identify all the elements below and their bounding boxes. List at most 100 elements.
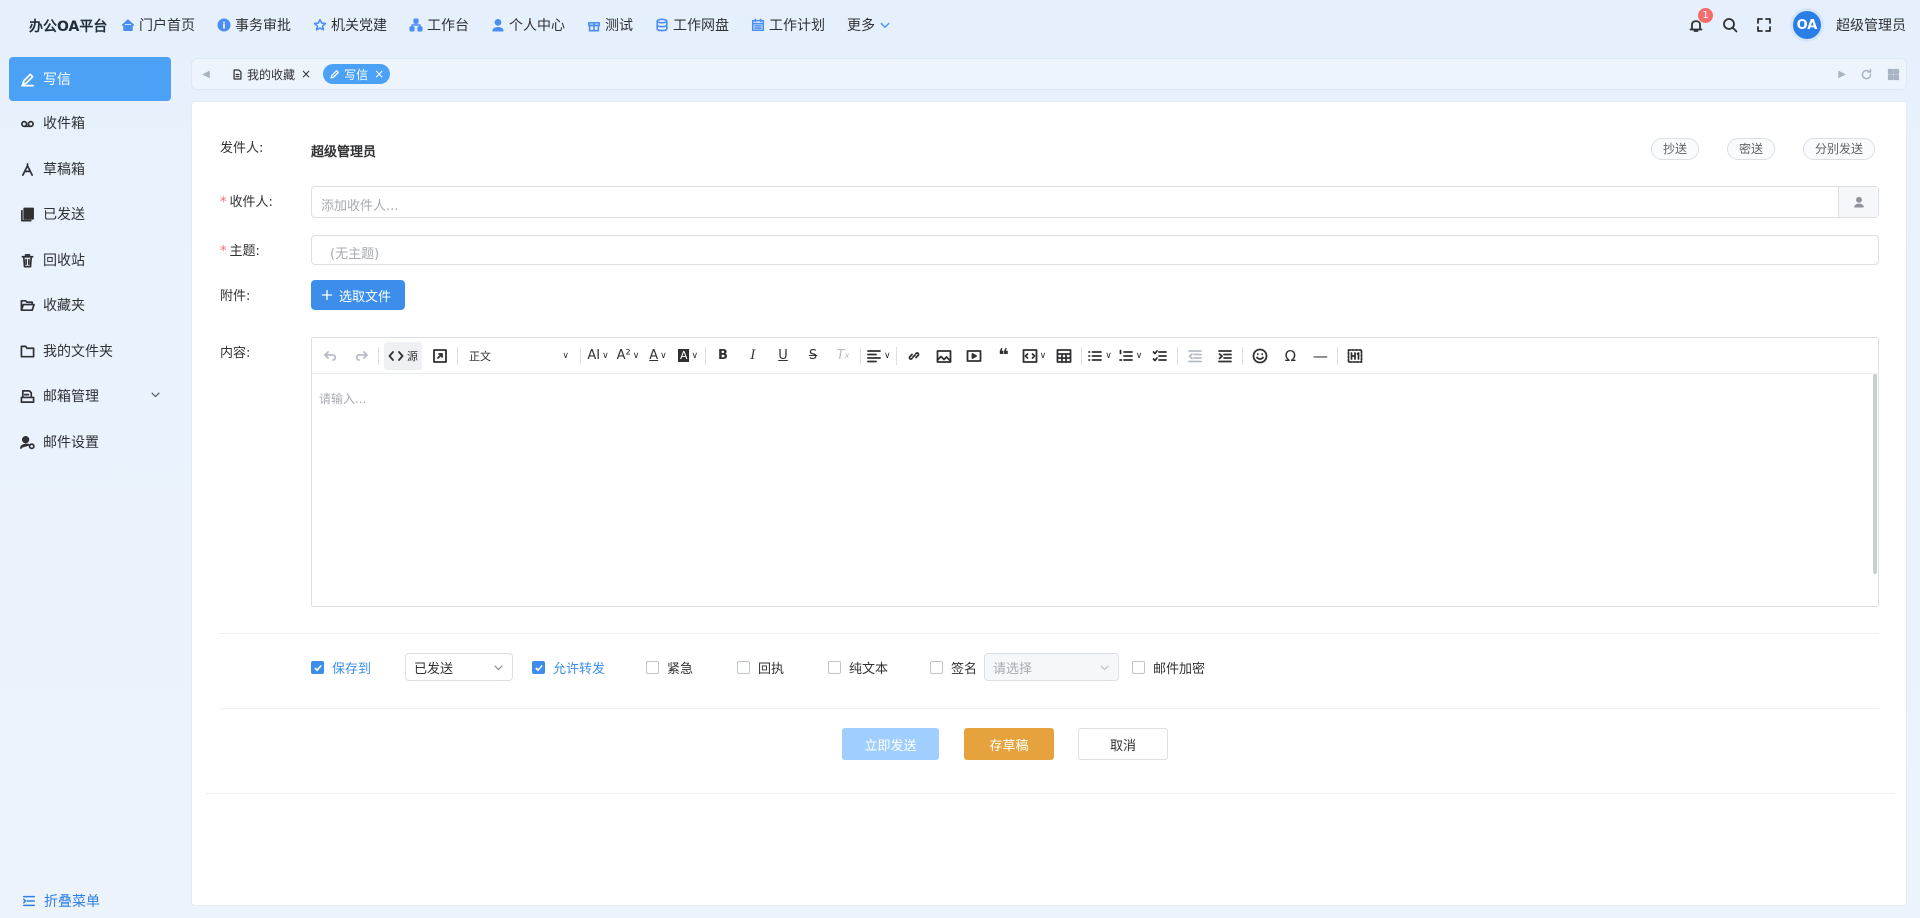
avatar[interactable]: OA	[1790, 8, 1824, 42]
save-to-value: 已发送	[414, 661, 454, 677]
special-char-icon[interactable]: Ω	[1278, 342, 1302, 370]
tab-favorites[interactable]: 我的收藏 ×	[226, 64, 317, 84]
fullscreen-icon[interactable]	[428, 342, 452, 370]
video-icon[interactable]	[962, 342, 986, 370]
encrypt-checkbox[interactable]: 邮件加密	[1132, 658, 1205, 677]
align-left-icon[interactable]: ∨	[866, 342, 891, 370]
tab-bar-actions: ▶	[1838, 59, 1900, 89]
receipt-checkbox[interactable]: 回执	[737, 658, 784, 677]
quote-icon[interactable]: ❝	[992, 342, 1016, 370]
sidebar-item-compose[interactable]: 写信	[9, 57, 171, 101]
sidebar-item-mail-settings[interactable]: 邮件设置	[9, 420, 171, 464]
sidebar-item-trash[interactable]: 回收站	[9, 238, 171, 282]
plain-text-checkbox[interactable]: 纯文本	[828, 658, 888, 677]
todo-list-icon[interactable]	[1148, 342, 1172, 370]
italic-icon[interactable]: I	[741, 342, 765, 370]
topnav-item-portal[interactable]: 门户首页	[121, 15, 195, 35]
required-mark: *	[220, 244, 227, 259]
tab-scroll-left[interactable]: ◀	[192, 59, 220, 89]
bcc-button[interactable]: 密送	[1727, 138, 1776, 160]
urgent-checkbox[interactable]: 紧急	[646, 658, 693, 677]
subject-input[interactable]: (无主题)	[311, 235, 1879, 265]
font-family-icon[interactable]: A² ∨	[616, 342, 640, 370]
collapse-menu-button[interactable]: 折叠菜单	[22, 891, 100, 911]
topnav-item-party[interactable]: 机关党建	[313, 15, 387, 35]
username[interactable]: 超级管理员	[1836, 15, 1906, 35]
signature-select[interactable]: 请选择	[984, 653, 1119, 681]
sidebar: 写信 收件箱 草稿箱 已发送 回收站 收藏夹 我的文件夹 邮箱管理 邮件设置	[0, 50, 180, 918]
collapse-menu-label: 折叠菜单	[44, 894, 100, 910]
editor-scrollbar[interactable]	[1873, 374, 1877, 574]
notification-bell[interactable]: 1	[1688, 8, 1713, 33]
checkbox-unchecked-icon	[646, 661, 659, 674]
sent-icon	[20, 207, 35, 222]
chevron-down-icon	[1099, 662, 1110, 673]
bold-icon[interactable]: B	[711, 342, 735, 370]
link-icon[interactable]	[902, 342, 926, 370]
topnav-item-personal[interactable]: 个人中心	[491, 15, 565, 35]
toolbar-divider	[378, 346, 379, 365]
user-settings-icon	[20, 435, 35, 450]
paragraph-select[interactable]: 正文 ∨	[463, 342, 575, 370]
outdent-icon[interactable]	[1183, 342, 1207, 370]
topnav-item-more[interactable]: 更多	[847, 15, 891, 35]
toolbar-divider	[1242, 346, 1244, 365]
tab-compose[interactable]: 写信 ×	[323, 64, 391, 84]
options-divider-top	[219, 633, 1879, 634]
background-color-icon[interactable]: A ∨	[676, 342, 700, 370]
tab-scroll-right[interactable]: ▶	[1838, 69, 1846, 80]
topnav-item-approval[interactable]: 事务审批	[217, 15, 291, 35]
allow-forward-checkbox[interactable]: 允许转发	[532, 658, 605, 677]
topnav-item-netdisk[interactable]: 工作网盘	[655, 15, 729, 35]
sidebar-item-my-folders[interactable]: 我的文件夹	[9, 329, 171, 373]
numbered-list-icon[interactable]: ∨	[1118, 342, 1142, 370]
clear-format-icon[interactable]: Tx	[831, 342, 855, 370]
strikethrough-icon[interactable]: S	[801, 342, 825, 370]
folder-icon	[20, 344, 35, 359]
horizontal-rule-icon[interactable]: —	[1308, 342, 1332, 370]
topnav-item-workbench[interactable]: 工作台	[409, 15, 469, 35]
image-upload-icon[interactable]	[932, 342, 956, 370]
underline-icon[interactable]: U	[771, 342, 795, 370]
sidebar-item-drafts[interactable]: 草稿箱	[9, 147, 171, 191]
toolbar-divider	[1081, 346, 1083, 365]
grid-icon[interactable]	[1887, 68, 1900, 81]
select-file-button[interactable]: 选取文件	[311, 280, 406, 310]
fullscreen-icon[interactable]	[1756, 17, 1772, 33]
close-icon[interactable]: ×	[374, 67, 384, 81]
title-icon[interactable]	[1343, 342, 1367, 370]
topnav-item-test[interactable]: 测试	[587, 15, 633, 35]
sidebar-item-mailbox-manage[interactable]: 邮箱管理	[9, 374, 171, 418]
indent-icon[interactable]	[1213, 342, 1237, 370]
content-placeholder[interactable]: 请输入...	[319, 390, 366, 407]
font-color-icon[interactable]: A ∨	[646, 342, 670, 370]
table-icon[interactable]	[1052, 342, 1076, 370]
select-recipient-button[interactable]	[1838, 187, 1878, 217]
redo-icon[interactable]	[349, 342, 373, 370]
save-draft-button[interactable]: 存草稿	[964, 728, 1054, 760]
code-block-icon[interactable]: ∨	[1022, 342, 1046, 370]
sidebar-item-inbox[interactable]: 收件箱	[9, 101, 171, 145]
bulleted-list-icon[interactable]: ∨	[1087, 342, 1112, 370]
send-now-button[interactable]: 立即发送	[842, 728, 939, 760]
cc-button[interactable]: 抄送	[1651, 138, 1700, 160]
cancel-button[interactable]: 取消	[1078, 728, 1168, 760]
subject-label: * 主题:	[220, 240, 260, 259]
separate-send-button[interactable]: 分别发送	[1803, 138, 1876, 160]
search-icon[interactable]	[1722, 17, 1738, 33]
sidebar-item-favorites[interactable]: 收藏夹	[9, 283, 171, 327]
save-to-checkbox[interactable]: 保存到	[311, 658, 371, 677]
close-icon[interactable]: ×	[301, 67, 311, 81]
checkbox-unchecked-icon	[1132, 661, 1145, 674]
recipient-input[interactable]: 添加收件人...	[311, 186, 1879, 218]
signature-checkbox[interactable]: 签名	[930, 658, 977, 677]
undo-icon[interactable]	[319, 342, 343, 370]
refresh-icon[interactable]	[1860, 68, 1873, 81]
save-to-select[interactable]: 已发送	[405, 653, 513, 681]
sidebar-item-label: 回收站	[43, 253, 85, 269]
emoji-icon[interactable]	[1248, 342, 1272, 370]
font-size-icon[interactable]: AI ∨	[586, 342, 610, 370]
sidebar-item-sent[interactable]: 已发送	[9, 192, 171, 236]
topnav-item-plan[interactable]: 工作计划	[751, 15, 825, 35]
source-code-button[interactable]: 源	[384, 341, 422, 370]
